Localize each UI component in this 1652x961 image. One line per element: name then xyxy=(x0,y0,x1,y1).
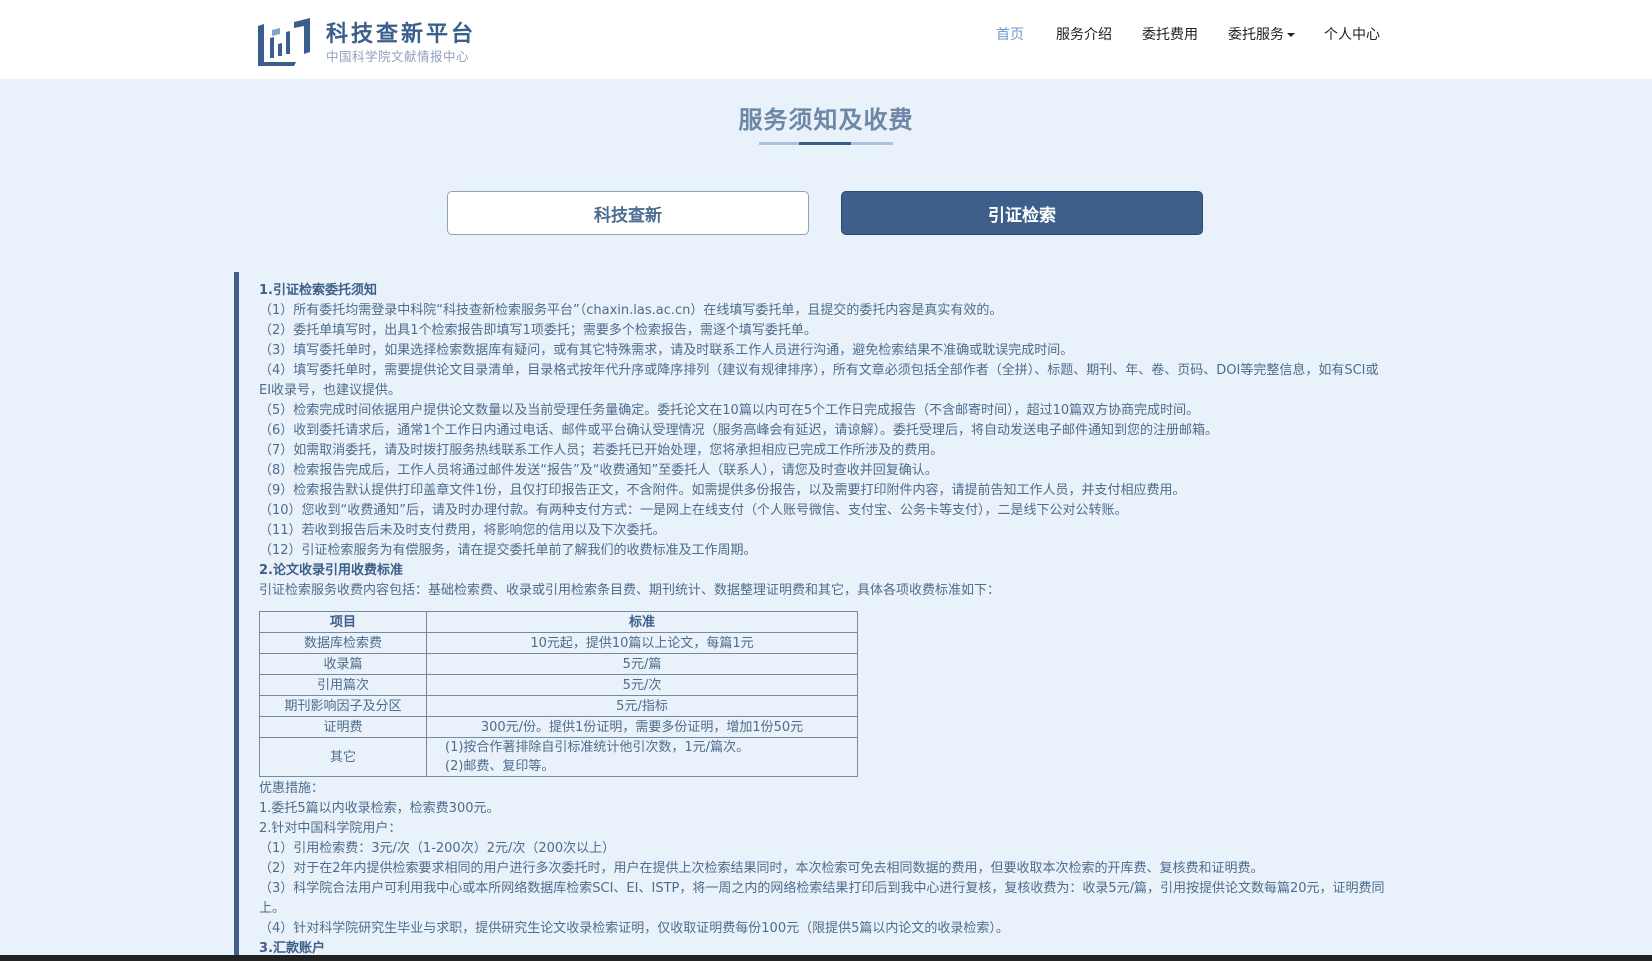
fee-standard: 5元/指标 xyxy=(426,695,858,717)
table-row: 引用篇次 5元/次 xyxy=(259,674,858,696)
fee-item: 数据库检索费 xyxy=(259,632,427,654)
nav-fees[interactable]: 委托费用 xyxy=(1142,24,1198,44)
table-row: 其它 (1)按合作著排除自引标准统计他引次数，1元/篇次。 (2)邮费、复印等。 xyxy=(259,737,858,777)
table-row: 证明费 300元/份。提供1份证明，需要多份证明，增加1份50元 xyxy=(259,716,858,738)
notice-item: （1）所有委托均需登录中科院“科技查新检索服务平台”（chaxin.las.ac… xyxy=(259,303,1003,318)
logo-subtitle: 中国科学院文献情报中心 xyxy=(326,49,470,64)
discount-item: （1）引用检索费：3元/次（1-200次）2元/次（200次以上） xyxy=(259,841,616,856)
table-header-row: 项目 标准 xyxy=(259,611,858,633)
table-row: 收录篇 5元/篇 xyxy=(259,653,858,675)
notice-item: （10）您收到“收费通知”后，请及时办理付款。有两种支付方式：一是网上在线支付（… xyxy=(259,503,1128,518)
notice-item: （8）检索报告完成后，工作人员将通过邮件发送“报告”及“收费通知”至委托人（联系… xyxy=(259,463,938,478)
nav-home[interactable]: 首页 xyxy=(996,24,1024,44)
fee-item: 收录篇 xyxy=(259,653,427,675)
table-row: 期刊影响因子及分区 5元/指标 xyxy=(259,695,858,717)
notice-item: （4）填写委托单时，需要提供论文目录清单，目录格式按年代升序或降序排列（建议有规… xyxy=(259,363,1379,398)
scroll-edge xyxy=(0,955,1652,961)
fee-other-line: (2)邮费、复印等。 xyxy=(445,759,555,774)
fee-item: 引用篇次 xyxy=(259,674,427,696)
section2-heading: 2.论文收录引用收费标准 xyxy=(259,563,403,578)
title-underline-accent xyxy=(799,142,851,145)
notice-item: （11）若收到报告后未及时支付费用，将影响您的信用以及下次委托。 xyxy=(259,523,666,538)
tab-novelty-search[interactable]: 科技查新 xyxy=(447,191,809,235)
fee-item: 证明费 xyxy=(259,716,427,738)
table-header-item: 项目 xyxy=(259,611,427,633)
section1-heading: 1.引证检索委托须知 xyxy=(259,283,377,298)
notice-item: （2）委托单填写时，出具1个检索报告即填写1项委托；需要多个检索报告，需逐个填写… xyxy=(259,323,817,338)
discount-item: （4）针对科学院研究生毕业与求职，提供研究生论文收录检索证明，仅收取证明费每份1… xyxy=(259,921,1009,936)
notice-item: （3）填写委托单时，如果选择检索数据库有疑问，或有其它特殊需求，请及时联系工作人… xyxy=(259,343,1074,358)
notice-item: （9）检索报告默认提供打印盖章文件1份，且仅打印报告正文，不含附件。如需提供多份… xyxy=(259,483,1186,498)
notice-item: （7）如需取消委托，请及时拨打服务热线联系工作人员；若委托已开始处理，您将承担相… xyxy=(259,443,944,458)
discount-item: 2.针对中国科学院用户： xyxy=(259,821,402,836)
tab-citation-search[interactable]: 引证检索 xyxy=(841,191,1203,235)
notice-item: （12）引证检索服务为有偿服务，请在提交委托单前了解我们的收费标准及工作周期。 xyxy=(259,543,757,558)
discount-heading: 优惠措施： xyxy=(259,781,325,796)
nav-commission-service-label: 委托服务 xyxy=(1228,27,1284,43)
logo-title[interactable]: 科技查新平台 xyxy=(326,16,476,48)
table-header-standard: 标准 xyxy=(426,611,858,633)
fee-other-line: (1)按合作著排除自引标准统计他引次数，1元/篇次。 xyxy=(445,740,750,755)
discount-item: （2）对于在2年内提供检索要求相同的用户进行多次委托时，用户在提供上次检索结果同… xyxy=(259,861,1264,876)
fee-standard-other: (1)按合作著排除自引标准统计他引次数，1元/篇次。 (2)邮费、复印等。 xyxy=(426,737,858,777)
table-row: 数据库检索费 10元起，提供10篇以上论文，每篇1元 xyxy=(259,632,858,654)
nav-service-intro[interactable]: 服务介绍 xyxy=(1056,24,1112,44)
nav-commission-service[interactable]: 委托服务 xyxy=(1228,24,1295,44)
content-accent-bar xyxy=(234,272,239,961)
notice-content: 1.引证检索委托须知 （1）所有委托均需登录中科院“科技查新检索服务平台”（ch… xyxy=(259,281,1387,959)
logo-icon[interactable] xyxy=(256,18,312,66)
chevron-down-icon xyxy=(1287,33,1295,37)
fee-intro: 引证检索服务收费内容包括：基础检索费、收录或引用检索条目费、期刊统计、数据整理证… xyxy=(259,583,1001,598)
top-navbar: 科技查新平台 中国科学院文献情报中心 首页 服务介绍 委托费用 委托服务 个人中… xyxy=(0,0,1652,79)
fee-standard: 5元/篇 xyxy=(426,653,858,675)
notice-item: （5）检索完成时间依据用户提供论文数量以及当前受理任务量确定。委托论文在10篇以… xyxy=(259,403,1200,418)
discount-item: （3）科学院合法用户可利用我中心或本所网络数据库检索SCI、EI、ISTP，将一… xyxy=(259,881,1385,916)
fee-item: 期刊影响因子及分区 xyxy=(259,695,427,717)
fee-standard: 300元/份。提供1份证明，需要多份证明，增加1份50元 xyxy=(426,716,858,738)
fee-standard: 5元/次 xyxy=(426,674,858,696)
page-title: 服务须知及收费 xyxy=(738,106,914,134)
fee-standard: 10元起，提供10篇以上论文，每篇1元 xyxy=(426,632,858,654)
fee-item: 其它 xyxy=(259,737,427,777)
nav-personal-center[interactable]: 个人中心 xyxy=(1324,24,1380,44)
discount-item: 1.委托5篇以内收录检索，检索费300元。 xyxy=(259,801,500,816)
fee-table: 项目 标准 数据库检索费 10元起，提供10篇以上论文，每篇1元 收录篇 5元/… xyxy=(259,611,858,777)
notice-item: （6）收到委托请求后，通常1个工作日内通过电话、邮件或平台确认受理情况（服务高峰… xyxy=(259,423,1219,438)
